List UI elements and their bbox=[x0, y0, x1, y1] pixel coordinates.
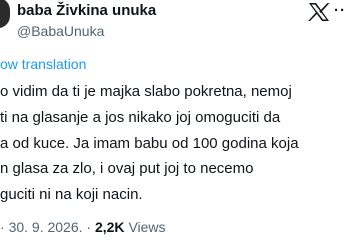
show-translation-link[interactable]: ow translation bbox=[0, 56, 86, 73]
author-display-name[interactable]: baba Živkina unuka bbox=[17, 2, 156, 20]
author-handle[interactable]: @BabaUnuka bbox=[17, 23, 104, 40]
views-count[interactable]: 2,2K bbox=[95, 219, 125, 235]
x-logo-icon bbox=[308, 3, 330, 21]
tweet-date[interactable]: 30. 9. 2026. bbox=[9, 219, 83, 235]
views-label[interactable]: Views bbox=[128, 219, 165, 235]
more-icon[interactable]: ·· bbox=[334, 2, 346, 20]
meta-separator: · bbox=[86, 219, 92, 235]
tweet-text-line: guciti ni na koji nacin. bbox=[0, 186, 143, 203]
tweet-text-line: n glasa za zlo, i ovaj put joj to necemo bbox=[0, 160, 254, 177]
tweet-meta: · 30. 9. 2026. · 2,2K Views bbox=[0, 219, 166, 236]
time-fragment[interactable]: · bbox=[0, 219, 5, 235]
tweet-text-line: o vidim da ti je majka slabo pokretna, n… bbox=[0, 83, 292, 100]
tweet-text-line: ti na glasanje a jos nikako joj omogucit… bbox=[0, 109, 281, 126]
tweet-text-line: a od kuce. Ja imam babu od 100 godina ko… bbox=[0, 135, 299, 152]
avatar[interactable] bbox=[0, 0, 10, 28]
